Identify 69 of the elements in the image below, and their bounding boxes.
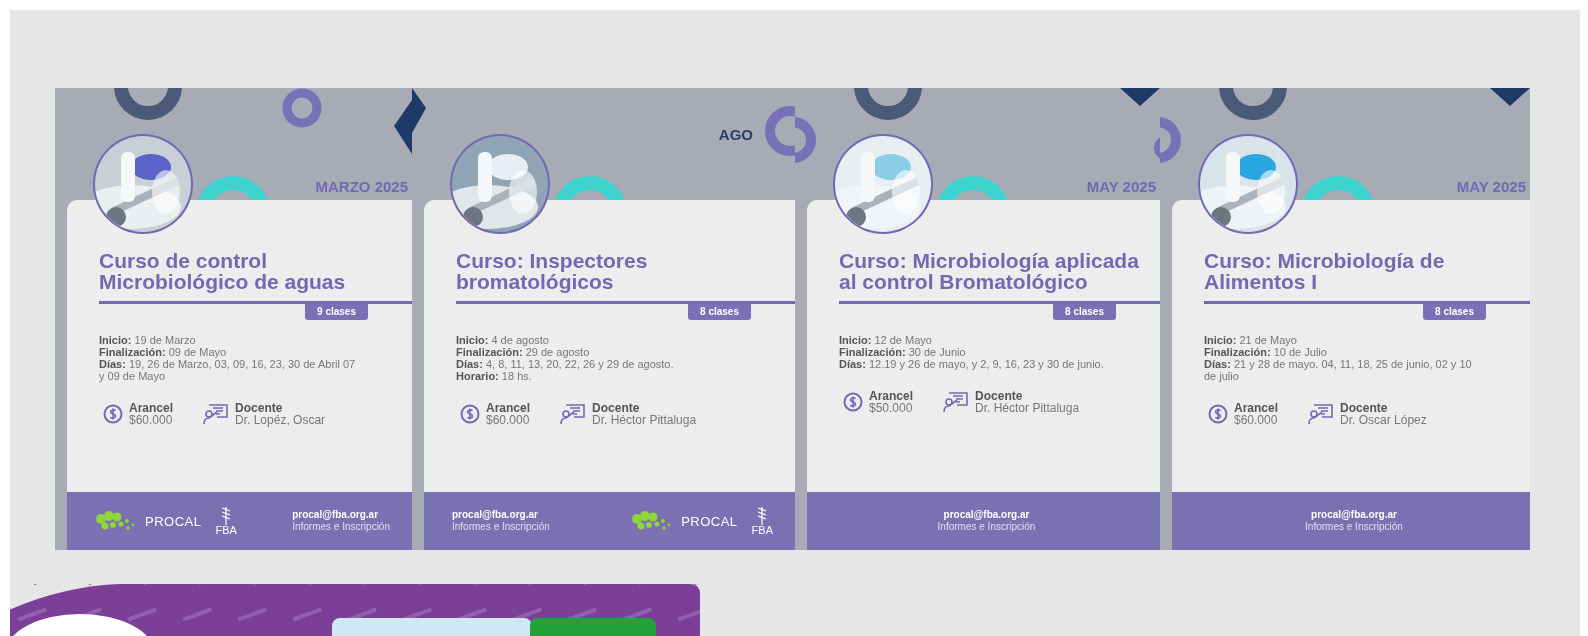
course-flyer[interactable]: [412, 88, 795, 550]
month-label: MAY 2025: [1086, 178, 1156, 195]
teacher-name: Dr. Oscar López: [1340, 414, 1427, 426]
teacher-label: Docente: [235, 402, 284, 414]
fba-logo-text: FBA: [751, 524, 773, 536]
classes-badge: 8 clases: [1053, 304, 1116, 320]
classes-badge: 8 clases: [1423, 304, 1486, 320]
detail-line: Finalización: 29 de agosto: [456, 346, 591, 358]
helix-logo-icon: [756, 506, 769, 525]
procal-logo-text: PROCAL: [681, 513, 738, 529]
teacher-icon: [943, 391, 970, 413]
teacher-name: Dr. Héctor Pittaluga: [592, 414, 697, 426]
fee-value: $60.000: [486, 414, 531, 426]
fee-label: Arancel: [869, 390, 914, 402]
dots-logo-icon: [95, 510, 135, 532]
contact-email: procal@fba.org.ar: [292, 509, 379, 521]
month-label: AGO: [718, 126, 753, 143]
dollar-icon: [103, 404, 123, 424]
contact-email: procal@fba.org.ar: [452, 509, 538, 521]
dots-logo-icon: [631, 510, 672, 532]
teacher-label: Docente: [975, 390, 1024, 402]
fee-value: $60.000: [1234, 414, 1279, 426]
contact-email: procal@fba.org.ar: [943, 509, 1030, 521]
detail-line: Inicio: 19 de Marzo: [99, 334, 197, 346]
fba-logo-text: FBA: [215, 524, 237, 536]
month-label: MAY 2025: [1456, 178, 1526, 195]
detail-line: Días: 12.19 y 26 de mayo, y 2, 9, 16, 23 y 30 de junio.: [839, 358, 1105, 370]
detail-line: Inicio: 12 de Mayo: [839, 334, 933, 346]
contact-email: procal@fba.org.ar: [1311, 509, 1397, 521]
detail-line: Días: 19, 26 de Marzo, 03, 09, 16, 23, 30 de Abril 07 y 09 de Mayo: [99, 358, 357, 382]
course-title: Curso de control Microbiológico de aguas: [99, 250, 347, 292]
fee-label: Arancel: [486, 402, 531, 414]
detail-line: Inicio: 4 de agosto: [456, 334, 550, 346]
course-title: Curso: Inspectores bromatológicos: [456, 250, 649, 292]
course-title: Curso: Microbiología de Alimentos I: [1204, 250, 1446, 292]
helix-logo-icon: [220, 506, 233, 525]
course-flyer[interactable]: [1160, 88, 1530, 550]
fee-label: Arancel: [1234, 402, 1279, 414]
teacher-name: Dr. Héctor Pittaluga: [975, 402, 1080, 414]
detail-line: Finalización: 09 de Mayo: [99, 346, 228, 358]
classes-badge: 8 clases: [688, 304, 751, 320]
teacher-icon: [1308, 403, 1335, 425]
detail-line: Finalización: 30 de Junio: [839, 346, 967, 358]
detail-line: Días: 4, 8, 11, 13, 20, 22, 26 y 29 de agosto.: [456, 358, 675, 370]
detail-line: Horario: 18 hs.: [456, 370, 533, 382]
teacher-icon: [560, 403, 587, 425]
footer-note: Informes e Inscripción: [452, 521, 550, 533]
course-flyer[interactable]: [55, 88, 412, 550]
teacher-name: Dr. Lopéz, Oscar: [235, 414, 326, 426]
course-flyer[interactable]: [795, 88, 1160, 550]
footer-note: Informes e Inscripción: [292, 521, 390, 533]
dollar-icon: [1208, 404, 1228, 424]
detail-line: Inicio: 21 de Mayo: [1204, 334, 1298, 346]
procal-logo-text: PROCAL: [145, 513, 202, 529]
dollar-icon: [460, 404, 480, 424]
detail-line: Finalización: 10 de Julio: [1204, 346, 1328, 358]
footer-note: Informes e Inscripción: [1305, 521, 1403, 533]
course-title: Curso: Microbiología aplicada al control Bromatológico: [839, 250, 1140, 292]
detail-line: Días: 21 y 28 de mayo. 04, 11, 18, 25 de junio, 02 y 10 de julio: [1204, 358, 1473, 382]
teacher-icon: [203, 403, 230, 425]
fee-value: $60.000: [129, 414, 174, 426]
fee-value: $50.000: [869, 402, 914, 414]
dollar-icon: [843, 392, 863, 412]
footer-note: Informes e Inscripción: [937, 521, 1036, 533]
month-label: MARZO 2025: [315, 178, 408, 195]
teacher-label: Docente: [1340, 402, 1389, 414]
fee-label: Arancel: [129, 402, 174, 414]
teacher-label: Docente: [592, 402, 641, 414]
classes-badge: 9 clases: [305, 304, 368, 320]
